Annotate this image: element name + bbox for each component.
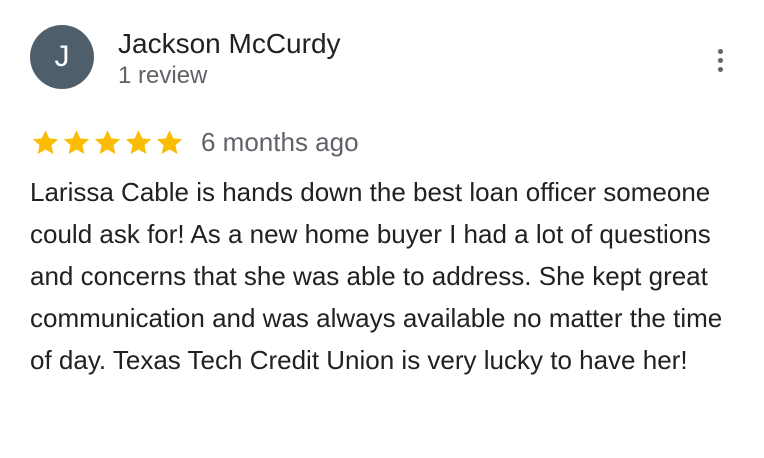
- star-icon: [125, 129, 152, 154]
- author-review-count: 1 review: [118, 62, 208, 89]
- review-date: 6 months ago: [201, 127, 359, 157]
- star-rating: [30, 127, 185, 158]
- more-options-button[interactable]: [704, 40, 736, 80]
- review-text: Larissa Cable is hands down the best loa…: [30, 177, 723, 375]
- avatar-initial: J: [54, 40, 70, 73]
- star-icon: [63, 129, 90, 154]
- star-icon: [94, 129, 121, 154]
- author-name[interactable]: Jackson McCurdy: [118, 27, 341, 61]
- rating-row: 6 months ago: [30, 124, 359, 160]
- star-icon: [156, 129, 183, 154]
- star-icon: [32, 129, 59, 154]
- review-card: J Jackson McCurdy 1 review 6 months ago …: [0, 0, 764, 458]
- avatar[interactable]: J: [30, 25, 94, 89]
- more-vert-icon: [717, 48, 723, 72]
